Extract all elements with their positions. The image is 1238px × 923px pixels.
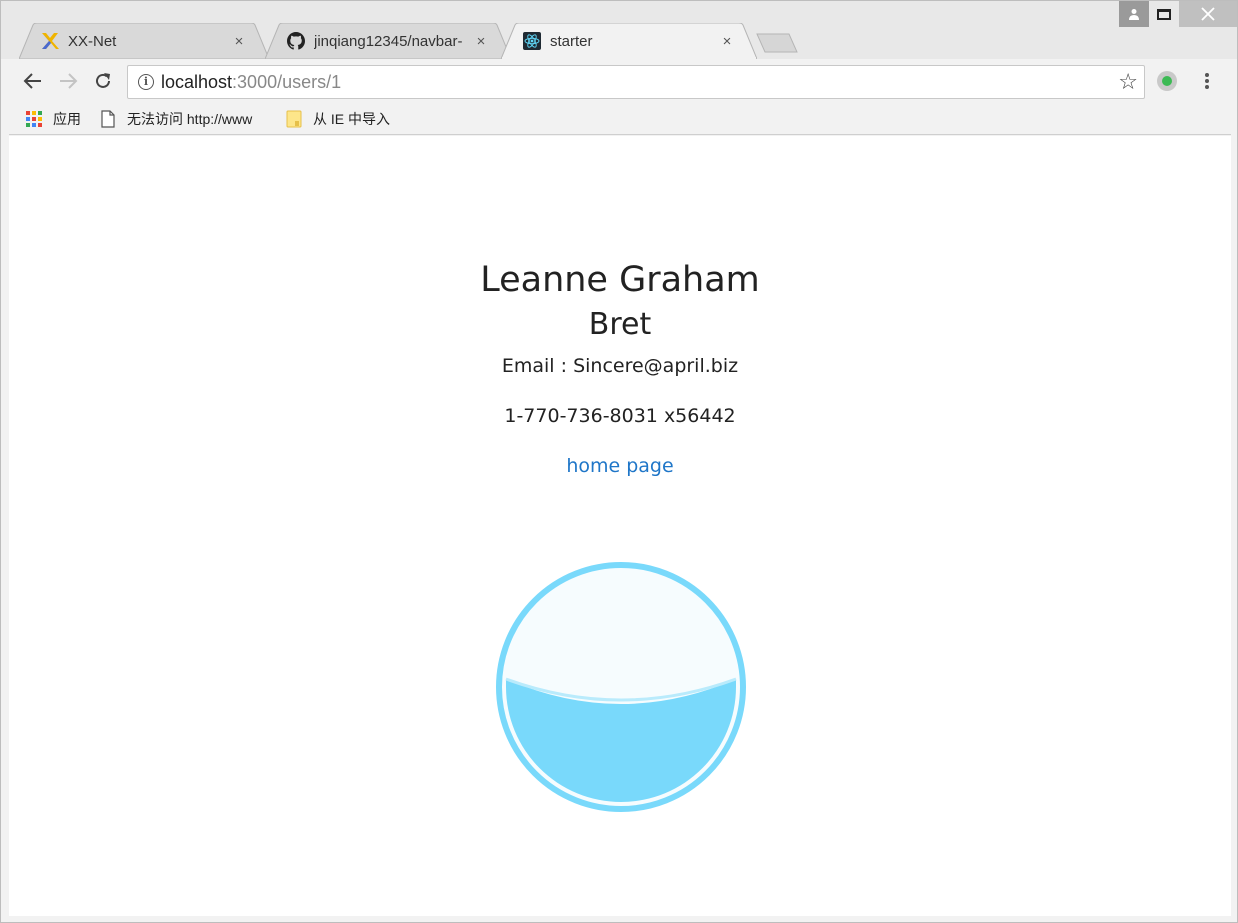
tab-strip: XX-Net × jinqiang12345/navbar- × starter… — [1, 1, 1237, 59]
profile-icon[interactable] — [1119, 1, 1149, 27]
arrow-right-icon — [60, 73, 78, 89]
folder-icon — [285, 110, 303, 128]
user-email: Email : Sincere@april.biz — [501, 355, 739, 377]
url-path: :3000/users/1 — [232, 72, 342, 92]
tab-github[interactable]: jinqiang12345/navbar- × — [265, 23, 511, 59]
tab-title: starter — [550, 32, 593, 50]
homepage-link[interactable]: home page — [566, 455, 673, 477]
reload-button[interactable] — [91, 69, 115, 93]
address-bar[interactable]: i localhost:3000/users/1 ☆ — [127, 65, 1145, 99]
bookmark-apps[interactable]: 应用 — [25, 109, 81, 129]
bookmark-import-ie[interactable]: 从 IE 中导入 — [285, 109, 390, 129]
github-icon — [287, 32, 305, 50]
close-window-icon[interactable] — [1179, 1, 1237, 27]
info-icon[interactable]: i — [138, 74, 154, 90]
bookmark-label: 应用 — [53, 110, 81, 127]
user-name: Leanne Graham — [480, 260, 760, 300]
tab-title: XX-Net — [68, 32, 117, 50]
user-phone: 1-770-736-8031 x56442 — [504, 405, 736, 427]
homepage-link-wrapper: home page — [9, 455, 1231, 477]
bookmarks-bar: 应用 无法访问 http://www 从 IE 中导入 — [9, 103, 1231, 135]
new-tab-button[interactable] — [755, 33, 799, 53]
tab-title: jinqiang12345/navbar- — [314, 32, 463, 50]
maximize-icon[interactable] — [1149, 1, 1179, 27]
bookmark-unreachable[interactable]: 无法访问 http://www — [99, 109, 269, 129]
user-username: Bret — [588, 307, 652, 342]
window-controls — [1119, 1, 1237, 27]
url-text: localhost:3000/users/1 — [161, 72, 341, 93]
page-icon — [99, 109, 117, 128]
url-host: localhost — [161, 72, 233, 92]
close-tab-icon[interactable]: × — [719, 33, 735, 50]
bookmark-label: 无法访问 http://www — [127, 110, 253, 127]
page-viewport: Leanne Graham Bret Email : Sincere@april… — [9, 136, 1231, 916]
reload-icon — [96, 73, 110, 88]
apps-icon — [25, 110, 43, 128]
toolbar: i localhost:3000/users/1 ☆ — [9, 59, 1231, 103]
browser-window: XX-Net × jinqiang12345/navbar- × starter… — [0, 0, 1238, 923]
forward-button[interactable] — [56, 69, 80, 93]
extension-icon[interactable] — [1157, 71, 1177, 91]
bookmark-label: 从 IE 中导入 — [313, 110, 391, 127]
back-button[interactable] — [21, 69, 45, 93]
close-tab-icon[interactable]: × — [473, 33, 489, 50]
menu-kebab-icon[interactable] — [1199, 71, 1215, 91]
react-icon — [523, 32, 541, 50]
close-tab-icon[interactable]: × — [231, 33, 247, 50]
water-loader-graphic — [496, 562, 746, 812]
bookmark-star-icon[interactable]: ☆ — [1118, 70, 1138, 94]
tab-xx-net[interactable]: XX-Net × — [19, 23, 269, 59]
xx-net-icon — [41, 32, 59, 50]
tab-starter[interactable]: starter × — [501, 23, 757, 59]
arrow-left-icon — [23, 73, 41, 89]
